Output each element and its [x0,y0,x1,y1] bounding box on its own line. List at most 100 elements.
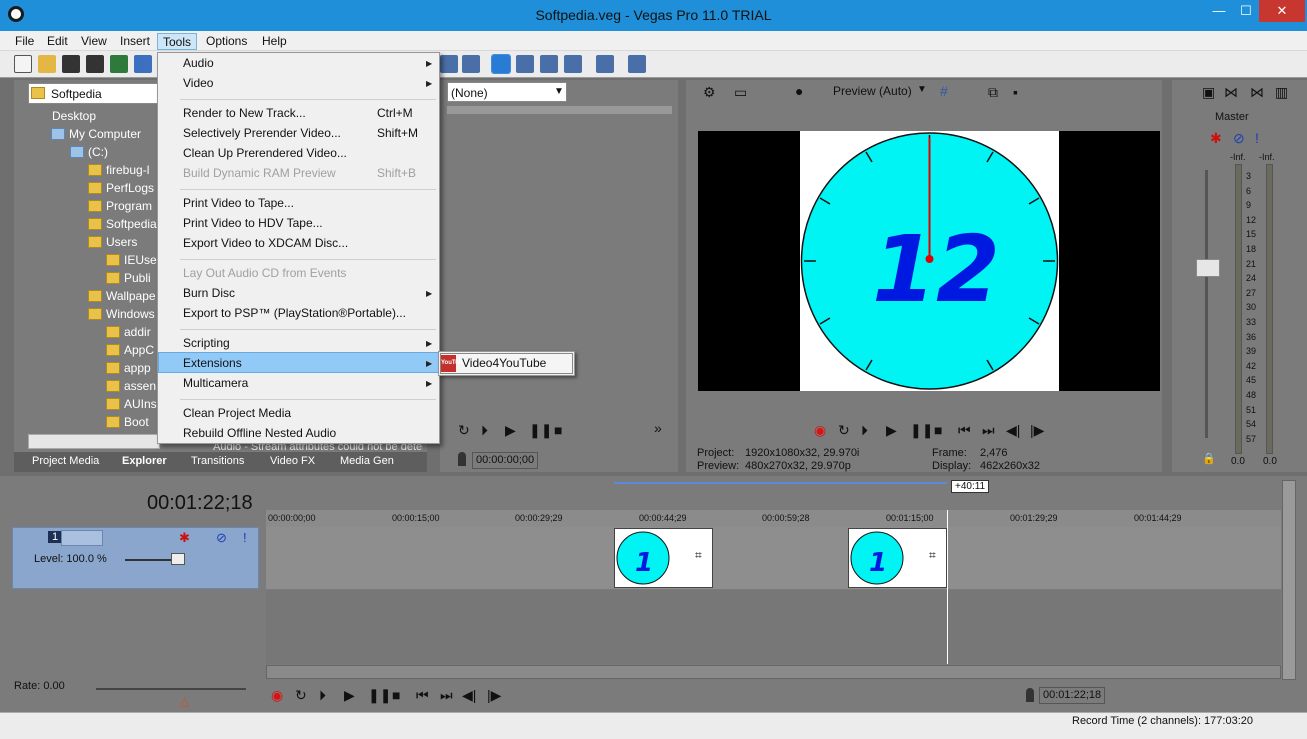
fader-track[interactable] [1205,170,1208,438]
menu-item-burn-disc[interactable]: Burn Disc [183,286,235,300]
menu-insert[interactable]: Insert [115,33,155,50]
explorer-tree[interactable]: Desktop My Computer (C:) firebug-l PerfL… [14,106,160,434]
solo-icon[interactable]: ! [243,530,247,545]
next-frame-icon[interactable]: |▶ [1030,422,1044,439]
tree-item[interactable]: addir [106,325,151,339]
fader-handle[interactable] [1196,259,1220,277]
trimmer-more-icon[interactable]: » [654,420,662,436]
stop-icon[interactable]: ■ [392,687,400,703]
previous-frame-icon[interactable]: ◀| [462,687,476,704]
tree-item[interactable]: Boot [106,415,149,429]
ignore-grouping-icon[interactable] [596,55,614,73]
tab-explorer[interactable]: Explorer [122,455,167,467]
rate-slider-handle[interactable]: △ [180,694,189,708]
tree-item[interactable]: Program [88,199,152,213]
play-icon[interactable]: ▶ [505,422,516,439]
tree-item[interactable]: My Computer [51,127,141,141]
downmix-icon[interactable]: ⋈ [1224,84,1238,101]
save-as-icon[interactable] [86,55,104,73]
play-from-start-icon[interactable]: ⏵ [319,687,326,704]
magnify-icon[interactable] [564,55,582,73]
play-from-start-icon[interactable]: ⏵ [861,422,868,439]
normal-tool-icon[interactable] [491,54,511,74]
play-from-start-icon[interactable]: ⏵ [481,422,488,439]
menu-view[interactable]: View [76,33,112,50]
overlays-icon[interactable]: # [940,83,948,99]
next-frame-icon[interactable]: |▶ [487,687,501,704]
menu-options[interactable]: Options [201,33,252,50]
tab-media-generators[interactable]: Media Gen [340,455,394,467]
tab-project-media[interactable]: Project Media [32,455,99,467]
tree-item[interactable]: Windows [88,307,155,321]
envelope-tool-icon[interactable] [462,55,480,73]
tree-item[interactable]: AUIns [106,397,157,411]
video-event[interactable]: 1 ⌗ [848,528,947,588]
preview-quality[interactable]: Preview (Auto) [833,84,912,98]
properties-icon[interactable] [134,55,152,73]
menu-item-clean-up-prerendered-video[interactable]: Clean Up Prerendered Video... [183,146,347,160]
tab-video-fx[interactable]: Video FX [270,455,315,467]
track-name-field[interactable] [61,530,103,546]
tree-item[interactable]: PerfLogs [88,181,154,195]
menu-item-rebuild-offline-nested-audio[interactable]: Rebuild Offline Nested Audio [183,426,336,440]
rate-slider[interactable] [96,688,246,690]
master-fx-icon[interactable]: ✱ [1210,130,1222,147]
play-icon[interactable]: ▶ [886,422,897,439]
minimize-button[interactable]: — [1205,0,1233,22]
pause-icon[interactable]: ❚❚ [910,422,933,439]
chevron-down-icon[interactable]: ▼ [917,84,927,95]
play-icon[interactable]: ▶ [344,687,355,704]
empty-track-area[interactable] [266,590,1281,664]
copy-snapshot-icon[interactable]: ⧉ [988,84,998,101]
menu-item-export-to-psp[interactable]: Export to PSP™ (PlayStation®Portable)... [183,306,406,320]
tree-item[interactable]: firebug-l [88,163,149,177]
record-icon[interactable]: ◉ [814,422,826,439]
menu-help[interactable]: Help [257,33,292,50]
help-pointer-icon[interactable] [628,55,646,73]
mute-icon[interactable]: ⊘ [1233,130,1245,147]
stop-icon[interactable]: ■ [934,422,942,438]
tree-item[interactable]: assen [106,379,156,393]
loop-icon[interactable]: ↻ [295,687,307,704]
menu-edit[interactable]: Edit [42,33,73,50]
mixer-menu-icon[interactable]: ▥ [1275,84,1288,101]
trimmer-time[interactable]: 00:00:00;00 [472,452,538,469]
dim-icon[interactable]: ⋈ [1250,84,1264,101]
timeline-vscrollbar[interactable] [1282,480,1296,680]
edit-tool-icon[interactable] [440,55,458,73]
tree-item[interactable]: Wallpape [88,289,156,303]
menu-item-render-to-new-track[interactable]: Render to New Track... [183,106,306,120]
tree-item[interactable]: AppC [106,343,154,357]
tab-transitions[interactable]: Transitions [191,455,244,467]
go-to-end-icon[interactable]: ⏭ [440,687,453,704]
menu-item-print-video-to-tape[interactable]: Print Video to Tape... [183,196,294,210]
go-to-start-icon[interactable]: ⏮ [958,422,971,439]
menu-item-video[interactable]: Video [183,76,213,90]
stop-icon[interactable]: ■ [554,422,562,438]
solo-icon[interactable]: ! [1255,130,1259,146]
external-monitor-icon[interactable]: ▭ [734,84,747,101]
open-icon[interactable] [38,55,56,73]
playhead-cursor[interactable] [947,510,948,664]
tree-item[interactable]: Desktop [52,109,96,123]
preview-settings-icon[interactable]: ⚙ [703,84,716,101]
mute-icon[interactable]: ⊘ [216,530,227,546]
tree-item[interactable]: Publi [106,271,151,285]
tree-item[interactable]: Users [88,235,137,249]
menu-item-audio[interactable]: Audio [183,56,214,70]
tree-item[interactable]: IEUse [106,253,157,267]
menu-item-print-video-to-hdv-tape[interactable]: Print Video to HDV Tape... [183,216,323,230]
save-snapshot-icon[interactable]: ▪ [1013,84,1018,100]
explorer-address-field[interactable]: Softpedia [28,83,158,104]
video-event[interactable]: 1 ⌗ [614,528,713,588]
tree-item[interactable]: appp [106,361,151,375]
video-track-lane[interactable] [266,527,1281,589]
pause-icon[interactable]: ❚❚ [529,422,552,439]
new-icon[interactable] [14,55,32,73]
pause-icon[interactable]: ❚❚ [368,687,391,704]
selection-tool-icon[interactable] [540,55,558,73]
lock-icon[interactable]: 🔒 [1202,452,1216,465]
record-icon[interactable]: ◉ [271,687,283,704]
track-fx-icon[interactable]: ✱ [179,530,190,546]
close-button[interactable]: ✕ [1259,0,1305,22]
